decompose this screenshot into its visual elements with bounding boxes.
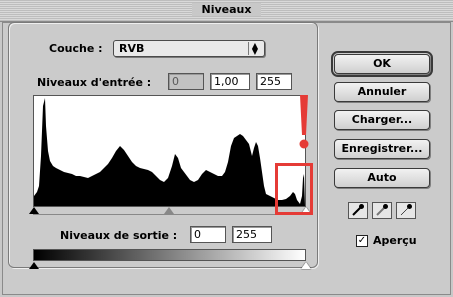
input-white-field[interactable]: 255 [256, 73, 292, 90]
ok-button[interactable]: OK [331, 51, 433, 77]
input-gamma-slider[interactable] [164, 207, 174, 214]
save-button[interactable]: Enregistrer... [334, 139, 430, 159]
black-eyedropper-icon[interactable] [348, 202, 368, 219]
output-black-slider[interactable] [29, 262, 39, 269]
input-black-slider[interactable] [29, 207, 39, 214]
highlight-box [275, 163, 313, 215]
output-levels-label: Niveaux de sortie : [60, 229, 178, 242]
white-eyedropper-icon[interactable] [396, 202, 416, 219]
up-down-arrows-icon: ▲ ▼ [248, 42, 261, 56]
gray-eyedropper-icon[interactable] [372, 202, 392, 219]
title-bar[interactable]: Niveaux [0, 0, 453, 22]
histogram [33, 95, 306, 207]
output-gradient-bar [33, 249, 306, 261]
exclamation-mark-icon [299, 95, 309, 149]
input-gamma-field[interactable]: 1,00 [210, 73, 250, 90]
input-black-field[interactable]: 0 [168, 73, 204, 90]
output-white-field[interactable]: 255 [232, 226, 272, 243]
cancel-button[interactable]: Annuler [334, 82, 430, 102]
window-title: Niveaux [191, 3, 262, 16]
auto-button[interactable]: Auto [334, 168, 430, 188]
output-black-field[interactable]: 0 [190, 226, 226, 243]
output-white-slider[interactable] [301, 262, 311, 269]
channel-value: RVB [119, 42, 145, 55]
histogram-graph [34, 98, 305, 206]
load-button[interactable]: Charger... [334, 110, 430, 130]
preview-checkbox[interactable]: ✓ [356, 235, 368, 247]
preview-label: Aperçu [373, 234, 417, 247]
input-slider-track [33, 214, 306, 215]
channel-label: Couche : [49, 42, 103, 55]
input-levels-label: Niveaux d'entrée : [37, 76, 152, 89]
channel-select[interactable]: RVB ▲ ▼ [113, 40, 265, 57]
